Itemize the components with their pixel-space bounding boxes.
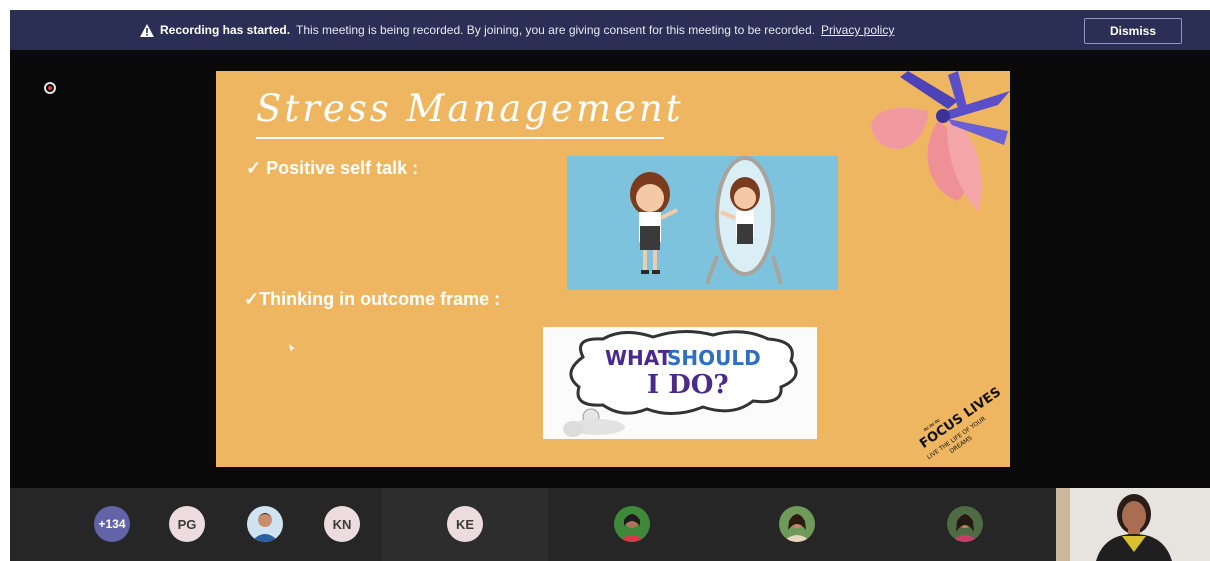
svg-text:WHAT: WHAT [605,346,672,370]
avatar-photo[interactable] [614,506,650,542]
meeting-window: Recording has started. This meeting is b… [10,10,1210,561]
slide-title: Stress Management [256,87,684,130]
bullet-positive-self-talk: ✓ Positive self talk : [246,158,419,178]
avatar-pg[interactable]: PG [169,506,205,542]
avatar-photo[interactable] [947,506,983,542]
self-talk-illustration [567,156,838,290]
flower-decoration [871,71,1010,211]
recording-banner: Recording has started. This meeting is b… [10,10,1210,50]
bullet-outcome-frame: ✓Thinking in outcome frame : [244,289,501,309]
avatar-photo[interactable] [247,506,283,542]
privacy-policy-link[interactable]: Privacy policy [821,23,894,37]
svg-text:SHOULD: SHOULD [667,346,761,370]
self-view-video [1056,488,1210,561]
mouse-pointer-icon [289,344,295,352]
avatar-kn[interactable]: KN [324,506,360,542]
what-should-i-do-illustration: WHAT SHOULD I DO? [543,327,817,439]
participant-strip: +134 PG KN KE [10,488,1210,561]
more-participants-button[interactable]: +134 [94,506,130,542]
banner-title: Recording has started. [160,23,291,37]
title-underline [256,137,664,139]
shared-slide: Stress Management ✓ Positive self talk :… [216,71,1010,467]
banner-text: This meeting is being recorded. By joini… [296,23,815,37]
banner-message: Recording has started. This meeting is b… [140,23,894,37]
avatar-photo[interactable] [779,506,815,542]
svg-text:I DO?: I DO? [647,370,729,400]
recording-indicator-icon [44,82,56,94]
focus-lives-logo: FOCUS LIVES LIVE THE LIFE OF YOUR DREAMS… [917,385,1004,461]
avatar-ke[interactable]: KE [447,506,483,542]
warning-icon [140,23,154,37]
dismiss-button[interactable]: Dismiss [1084,18,1182,44]
